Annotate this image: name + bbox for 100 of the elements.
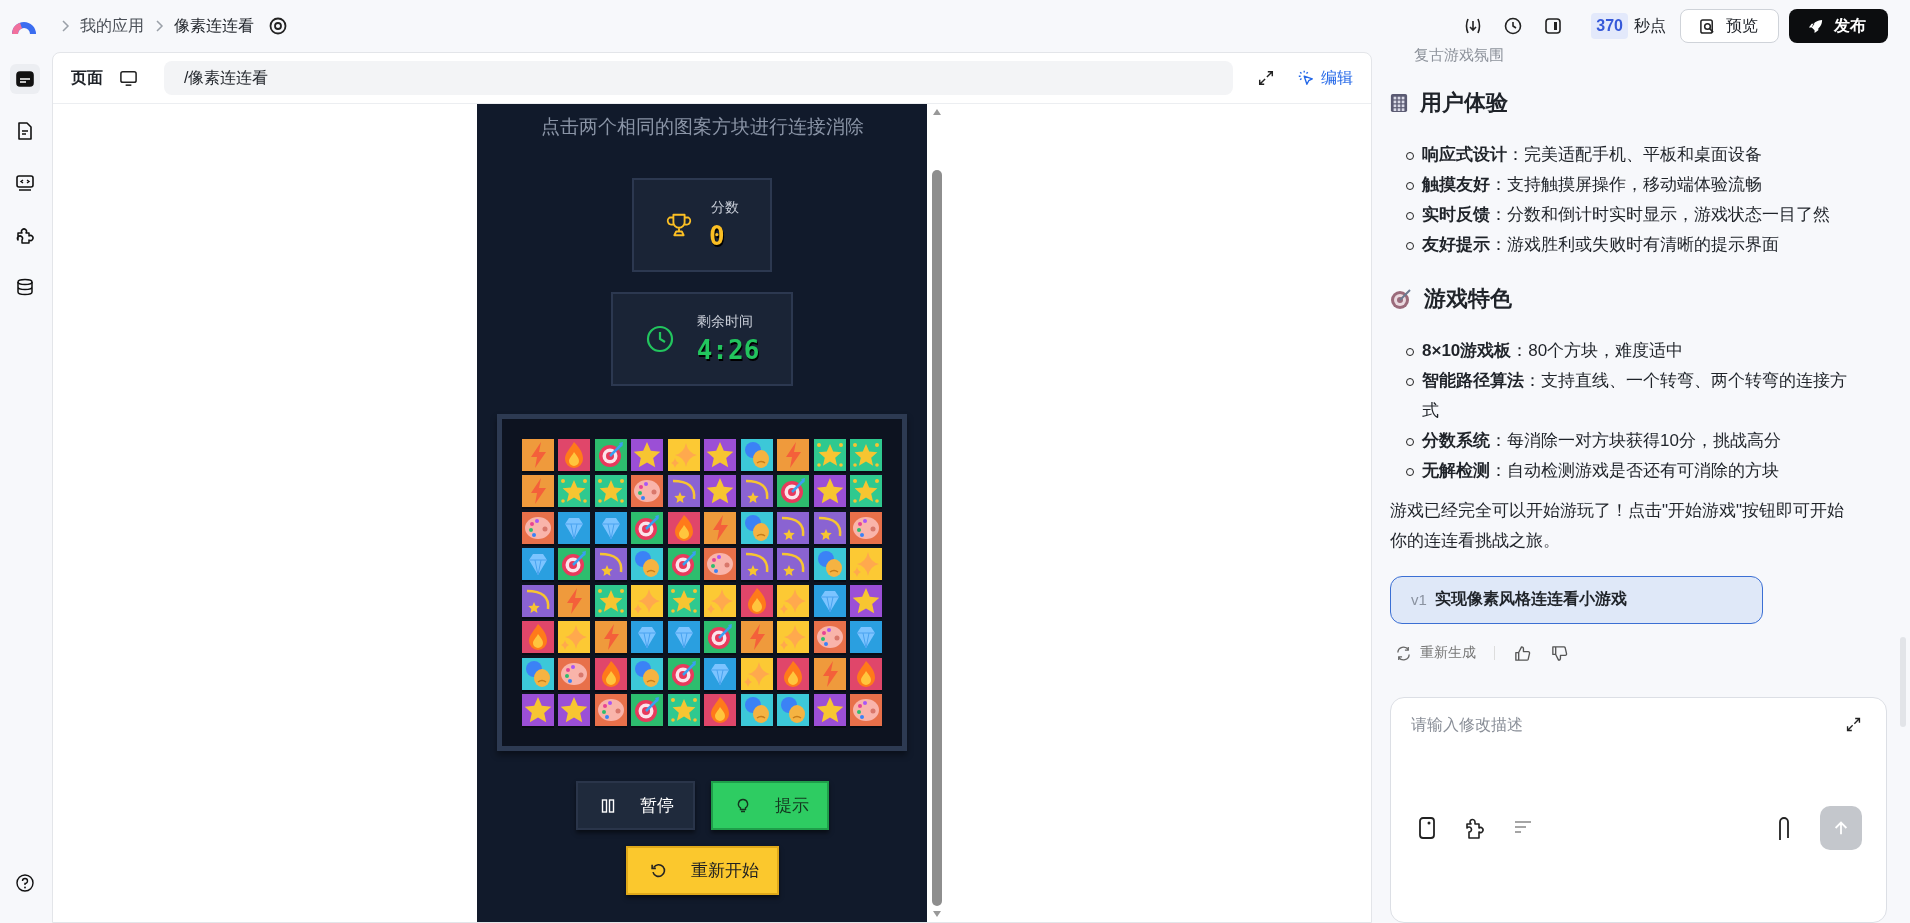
masks-tile[interactable] <box>521 657 554 690</box>
lightning-tile[interactable] <box>740 621 773 654</box>
diamond-tile[interactable] <box>850 621 883 654</box>
sparkle-tile[interactable] <box>777 621 810 654</box>
lightning-tile[interactable] <box>594 621 627 654</box>
star-tile[interactable] <box>558 694 591 727</box>
preview-button[interactable]: 预览 <box>1680 9 1779 43</box>
phone-icon[interactable] <box>1417 815 1437 840</box>
palette-tile[interactable] <box>850 694 883 727</box>
publish-button[interactable]: 发布 <box>1789 9 1888 43</box>
glitter-tile[interactable] <box>667 584 700 617</box>
sparkle-tile[interactable] <box>667 438 700 471</box>
diamond-tile[interactable] <box>813 584 846 617</box>
comet-tile[interactable] <box>667 475 700 508</box>
diamond-tile[interactable] <box>667 621 700 654</box>
scroll-up-icon[interactable] <box>932 108 942 116</box>
palette-tile[interactable] <box>704 548 737 581</box>
comet-tile[interactable] <box>740 475 773 508</box>
fire-tile[interactable] <box>740 584 773 617</box>
target-tile[interactable] <box>777 475 810 508</box>
palette-tile[interactable] <box>813 621 846 654</box>
sparkle-tile[interactable] <box>740 657 773 690</box>
fire-tile[interactable] <box>850 657 883 690</box>
thumbs-up-icon[interactable] <box>1513 643 1532 663</box>
masks-tile[interactable] <box>740 511 773 544</box>
lightning-tile[interactable] <box>777 438 810 471</box>
sidebar-item[interactable] <box>10 64 40 94</box>
glitter-tile[interactable] <box>850 475 883 508</box>
star-tile[interactable] <box>813 694 846 727</box>
star-tile[interactable] <box>704 438 737 471</box>
lightning-tile[interactable] <box>521 475 554 508</box>
masks-tile[interactable] <box>631 657 664 690</box>
target-tile[interactable] <box>594 438 627 471</box>
sparkle-tile[interactable] <box>850 548 883 581</box>
diamond-tile[interactable] <box>558 511 591 544</box>
lightning-tile[interactable] <box>558 584 591 617</box>
fire-tile[interactable] <box>521 621 554 654</box>
star-tile[interactable] <box>631 438 664 471</box>
fire-tile[interactable] <box>667 511 700 544</box>
comet-tile[interactable] <box>521 584 554 617</box>
expand-icon[interactable] <box>1257 69 1275 87</box>
breadcrumb-link[interactable]: 我的应用 <box>80 15 144 37</box>
target-tile[interactable] <box>558 548 591 581</box>
comet-tile[interactable] <box>594 548 627 581</box>
lightning-tile[interactable] <box>704 511 737 544</box>
palette-tile[interactable] <box>594 694 627 727</box>
fire-tile[interactable] <box>704 694 737 727</box>
hint-button[interactable]: 提示 <box>710 781 829 830</box>
fire-tile[interactable] <box>594 657 627 690</box>
expand-icon[interactable] <box>1845 716 1862 734</box>
diamond-tile[interactable] <box>704 657 737 690</box>
scrollbar-thumb[interactable] <box>932 170 942 906</box>
star-tile[interactable] <box>521 694 554 727</box>
target-tile[interactable] <box>667 548 700 581</box>
comet-tile[interactable] <box>740 548 773 581</box>
message-input[interactable]: 请输入修改描述 <box>1411 715 1845 734</box>
diamond-tile[interactable] <box>521 548 554 581</box>
masks-tile[interactable] <box>631 548 664 581</box>
regenerate-button[interactable]: 重新生成 <box>1395 644 1476 663</box>
masks-tile[interactable] <box>813 548 846 581</box>
target-tile[interactable] <box>631 511 664 544</box>
breadcrumb-link[interactable]: 像素连连看 <box>174 15 254 37</box>
comet-tile[interactable] <box>777 511 810 544</box>
sparkle-tile[interactable] <box>704 584 737 617</box>
scroll-down-icon[interactable] <box>932 910 942 918</box>
url-field[interactable]: /像素连连看 <box>164 61 1233 95</box>
sparkle-tile[interactable] <box>558 621 591 654</box>
star-tile[interactable] <box>813 475 846 508</box>
masks-tile[interactable] <box>740 694 773 727</box>
lightning-tile[interactable] <box>813 657 846 690</box>
target-tile[interactable] <box>631 694 664 727</box>
star-tile[interactable] <box>850 584 883 617</box>
settings-icon[interactable] <box>268 16 288 36</box>
palette-tile[interactable] <box>521 511 554 544</box>
comet-tile[interactable] <box>777 548 810 581</box>
star-tile[interactable] <box>704 475 737 508</box>
glitter-tile[interactable] <box>594 584 627 617</box>
comet-tile[interactable] <box>813 511 846 544</box>
diamond-tile[interactable] <box>631 621 664 654</box>
palette-tile[interactable] <box>850 511 883 544</box>
restart-button[interactable]: 重新开始 <box>625 846 779 895</box>
version-card[interactable]: v1 实现像素风格连连看小游戏 <box>1390 576 1763 624</box>
glitter-tile[interactable] <box>558 475 591 508</box>
target-tile[interactable] <box>704 621 737 654</box>
pause-button[interactable]: 暂停 <box>575 781 695 830</box>
target-tile[interactable] <box>667 657 700 690</box>
glitter-tile[interactable] <box>667 694 700 727</box>
sparkle-tile[interactable] <box>631 584 664 617</box>
panel-icon[interactable] <box>1543 16 1564 36</box>
palette-tile[interactable] <box>558 657 591 690</box>
diamond-tile[interactable] <box>594 511 627 544</box>
thumbs-down-icon[interactable] <box>1550 643 1569 663</box>
glitter-tile[interactable] <box>850 438 883 471</box>
clock-icon[interactable] <box>1503 16 1524 36</box>
help-icon[interactable] <box>15 873 35 893</box>
page-tab[interactable]: 页面 <box>71 67 103 89</box>
fire-tile[interactable] <box>558 438 591 471</box>
edit-link[interactable]: 编辑 <box>1297 67 1353 89</box>
masks-tile[interactable] <box>740 438 773 471</box>
monitor-icon[interactable] <box>119 68 138 88</box>
